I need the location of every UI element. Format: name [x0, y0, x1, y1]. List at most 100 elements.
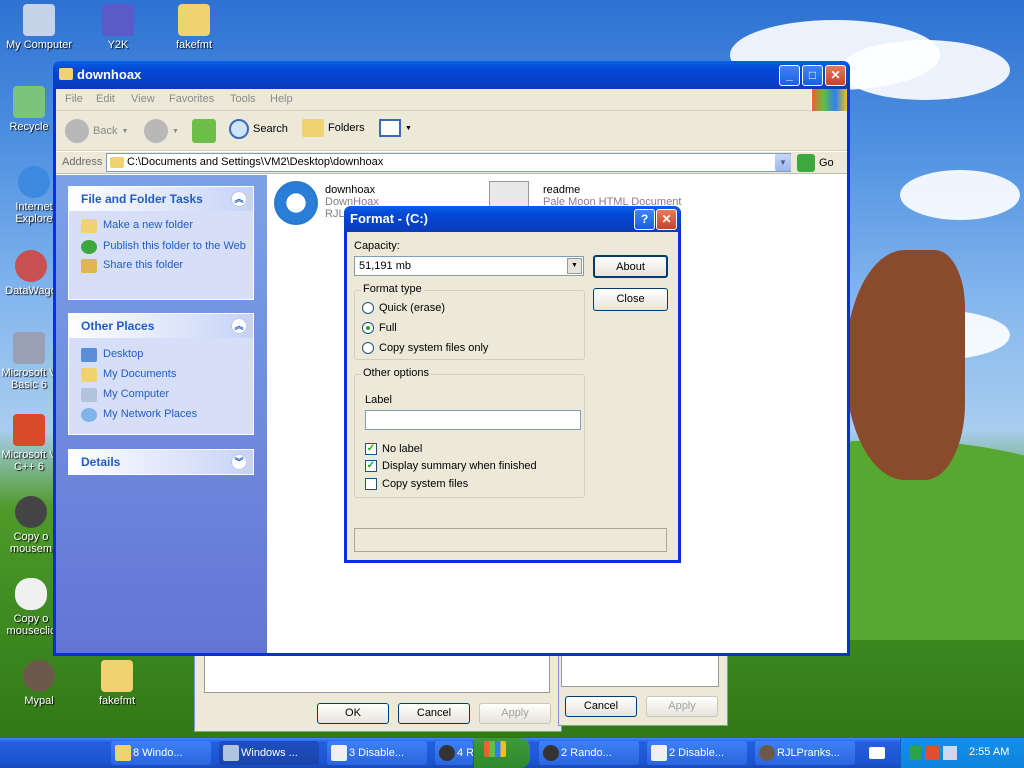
collapse-icon[interactable]: ︽: [231, 318, 247, 334]
checkbox[interactable]: ✓: [365, 460, 377, 472]
search-button[interactable]: Search: [229, 119, 288, 139]
back-arrow-icon: [65, 119, 89, 143]
checkbox[interactable]: ✓: [365, 443, 377, 455]
ok-button[interactable]: OK: [317, 703, 389, 724]
copy-system-files-checkbox[interactable]: Copy system files: [365, 478, 468, 490]
desktop-link[interactable]: Desktop: [69, 346, 253, 366]
label-caption: Label: [365, 394, 392, 406]
taskbar-button-disable-2[interactable]: 2 Disable...: [647, 741, 747, 765]
taskbar-button-disable-3[interactable]: 3 Disable...: [327, 741, 427, 765]
desktop-icon-y2k[interactable]: Y2K: [79, 4, 157, 51]
back-button[interactable]: Back ▼: [65, 119, 128, 143]
computer-icon: [81, 388, 97, 402]
panel-header[interactable]: Other Places ︽: [69, 314, 253, 338]
progress-bar: [354, 528, 667, 552]
address-bar: Address C:\Documents and Settings\VM2\De…: [56, 152, 847, 174]
desktop-icon: [81, 348, 97, 362]
quick-erase-radio[interactable]: Quick (erase): [362, 302, 445, 314]
go-button[interactable]: Go: [797, 154, 834, 172]
taskbar-button-random-4[interactable]: 4 Ra: [435, 741, 473, 765]
chevron-down-icon: ▼: [121, 127, 129, 135]
menu-view[interactable]: View: [131, 93, 155, 105]
my-computer-link[interactable]: My Computer: [69, 386, 253, 406]
title-bar[interactable]: downhoax _ □ ✕: [53, 61, 850, 89]
help-button[interactable]: ?: [634, 209, 655, 230]
tray-network-icon[interactable]: [943, 746, 957, 760]
share-folder-icon: [81, 259, 97, 273]
taskbar-button-windows-group[interactable]: 8 Windo...: [111, 741, 211, 765]
label-input[interactable]: [365, 410, 581, 430]
tray-app-icon[interactable]: [925, 746, 939, 760]
radio-button[interactable]: [362, 322, 374, 334]
network-icon: [81, 408, 97, 422]
desktop-icon-mypal[interactable]: Mypal: [0, 660, 78, 707]
close-button[interactable]: ✕: [825, 65, 846, 86]
folders-button[interactable]: Folders: [302, 119, 365, 137]
chevron-down-icon: ▼: [567, 258, 582, 274]
desktop-icon-fakefmt-zip[interactable]: fakefmt: [78, 660, 156, 707]
apply-button: Apply: [646, 696, 718, 717]
apply-button: Apply: [479, 703, 551, 724]
toolbar: Back ▼ ▼ Search Folders ▼: [56, 111, 847, 151]
checkbox[interactable]: [365, 478, 377, 490]
taskbar-button-random-2[interactable]: 2 Rando...: [539, 741, 639, 765]
close-button[interactable]: Close: [593, 288, 668, 311]
dialog-title-bar[interactable]: Format - (C:) ? ✕: [344, 206, 681, 232]
views-icon: [379, 119, 401, 137]
desktop-icon-fakefmt-folder[interactable]: fakefmt: [155, 4, 233, 51]
face-image: [845, 250, 965, 480]
computer-icon: [223, 745, 239, 761]
cancel-button[interactable]: Cancel: [565, 696, 637, 717]
capacity-select[interactable]: 51,191 mb ▼: [354, 256, 584, 276]
views-button[interactable]: ▼: [379, 119, 412, 137]
menu-help[interactable]: Help: [270, 93, 293, 105]
share-folder-link[interactable]: Share this folder: [69, 255, 253, 274]
chevron-down-icon: ▼: [172, 127, 179, 135]
panel-header[interactable]: File and Folder Tasks ︽: [69, 187, 253, 211]
minimize-button[interactable]: _: [779, 65, 800, 86]
address-dropdown-button[interactable]: ▼: [775, 154, 791, 171]
my-documents-link[interactable]: My Documents: [69, 366, 253, 386]
make-new-folder-link[interactable]: Make a new folder: [69, 217, 253, 234]
folder-icon: [178, 4, 210, 36]
publish-folder-link[interactable]: Publish this folder to the Web: [69, 234, 253, 255]
spider-icon: [439, 745, 455, 761]
background-field: [561, 655, 719, 687]
maximize-button[interactable]: □: [802, 65, 823, 86]
desktop-icon-my-computer[interactable]: My Computer: [0, 4, 78, 51]
vb6-icon: [13, 332, 45, 364]
expand-icon[interactable]: ︾: [231, 454, 247, 470]
display-summary-checkbox[interactable]: ✓ Display summary when finished: [365, 460, 537, 472]
radio-button[interactable]: [362, 342, 374, 354]
raccoon-icon: [23, 660, 55, 692]
wizard-icon: [102, 4, 134, 36]
keyboard-icon[interactable]: [869, 747, 885, 759]
details-panel: Details ︾: [68, 449, 254, 475]
up-button[interactable]: [192, 119, 216, 143]
collapse-icon[interactable]: ︽: [231, 191, 247, 207]
my-network-places-link[interactable]: My Network Places: [69, 406, 253, 423]
close-icon[interactable]: ✕: [656, 209, 677, 230]
about-button[interactable]: About: [593, 255, 668, 278]
radio-button[interactable]: [362, 302, 374, 314]
start-button[interactable]: [474, 738, 530, 768]
menu-tools[interactable]: Tools: [230, 93, 256, 105]
no-label-checkbox[interactable]: ✓ No label: [365, 443, 422, 455]
taskbar-button-rjlpranks[interactable]: RJLPranks...: [755, 741, 855, 765]
folder-icon: [115, 745, 131, 761]
full-radio[interactable]: Full: [362, 322, 397, 334]
copy-system-files-only-radio[interactable]: Copy system files only: [362, 342, 488, 354]
windows-flag-icon: [484, 741, 506, 757]
menu-favorites[interactable]: Favorites: [169, 93, 214, 105]
menu-bar: File Edit View Favorites Tools Help: [56, 89, 847, 111]
file-name: readme: [543, 184, 581, 196]
cancel-button[interactable]: Cancel: [398, 703, 470, 724]
taskbar-button-windows[interactable]: Windows ...: [219, 741, 319, 765]
zip-folder-icon: [101, 660, 133, 692]
forward-button[interactable]: ▼: [144, 119, 179, 143]
menu-edit[interactable]: Edit: [96, 93, 115, 105]
panel-header[interactable]: Details ︾: [69, 450, 253, 474]
tray-green-icon[interactable]: [909, 746, 921, 760]
menu-file[interactable]: File: [65, 93, 83, 105]
address-input[interactable]: C:\Documents and Settings\VM2\Desktop\do…: [106, 153, 791, 172]
